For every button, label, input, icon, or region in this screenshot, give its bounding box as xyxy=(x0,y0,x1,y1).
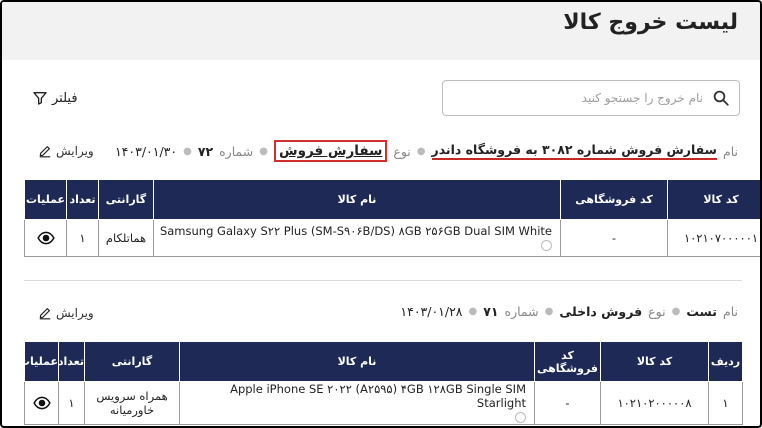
column-header-name: نام کالا xyxy=(153,179,561,220)
separator-dot: ● xyxy=(544,306,554,317)
product-name: Apple iPhone SE ۲۰۲۲ (A۲۵۹۵) ۴GB ۱۲۸GB S… xyxy=(230,382,526,410)
cell-code: ۱۰۲۱۰۷۰۰۰۰۰۱ xyxy=(667,219,760,257)
cell-warranty: هماتلکام xyxy=(98,219,154,257)
cell-qty: ۱ xyxy=(66,219,99,257)
column-header-row: ردیف xyxy=(708,341,743,382)
search-input[interactable] xyxy=(443,91,739,105)
column-header-warranty: گارانتی xyxy=(84,341,180,382)
filter-label: فیلتر xyxy=(52,90,78,106)
cell-store-code: - xyxy=(560,219,668,257)
section-divider xyxy=(24,280,742,281)
table-header-row: ردیف کد کالا کد فروشگاهی نام کالا گارانت… xyxy=(19,341,743,382)
order-type-label: نوع xyxy=(648,304,666,319)
order-2-meta: نام تست ● نوع فروش داخلی ● شماره ۷۱ ● ۱۴… xyxy=(400,304,738,319)
edit-label: ویرایش xyxy=(56,306,94,320)
page-header: لیست خروج کالا xyxy=(2,2,760,60)
page-title: لیست خروج کالا xyxy=(563,10,738,35)
order-1-table: ردیف کد کالا کد فروشگاهی نام کالا گارانت… xyxy=(24,179,760,257)
column-header-qty: تعداد xyxy=(58,341,85,382)
column-header-actions: عملیات xyxy=(24,179,67,220)
table-header-row: ردیف کد کالا کد فروشگاهی نام کالا گارانت… xyxy=(24,179,760,220)
eye-icon[interactable] xyxy=(36,229,55,247)
order-type-label: نوع xyxy=(393,143,411,159)
order-date: ۱۴۰۳/۰۱/۳۰ xyxy=(114,143,178,159)
order-date: ۱۴۰۳/۰۱/۲۸ xyxy=(400,304,463,319)
cell-row: ۱ xyxy=(708,381,743,425)
column-header-code: کد کالا xyxy=(667,179,760,220)
order-number-label: شماره xyxy=(504,304,539,319)
filter-icon xyxy=(33,92,47,105)
order-1-meta: نام سفارش فروش شماره ۳۰۸۲ به فروشگاه دان… xyxy=(115,140,738,162)
column-header-store-code: کد فروشگاهی xyxy=(534,341,601,382)
eye-icon[interactable] xyxy=(32,394,51,412)
column-header-qty: تعداد xyxy=(66,179,99,220)
column-header-code: کد کالا xyxy=(600,341,709,382)
order-number-label: شماره xyxy=(219,143,254,159)
cell-qty: ۱ xyxy=(58,381,85,425)
cell-actions xyxy=(24,381,59,425)
edit-button[interactable]: ویرایش xyxy=(38,306,94,320)
order-2-table: ردیف کد کالا کد فروشگاهی نام کالا گارانت… xyxy=(19,341,743,425)
cell-warranty: همراه سرویس خاورمیانه xyxy=(84,381,180,425)
order-type: فروش داخلی xyxy=(559,304,643,319)
order-number: ۷۱ xyxy=(483,304,499,319)
radio-indicator[interactable] xyxy=(515,412,526,423)
edit-button[interactable]: ویرایش xyxy=(38,144,94,158)
order-name: تست xyxy=(686,304,717,319)
order-number: ۷۲ xyxy=(197,143,214,159)
separator-dot: ● xyxy=(259,145,268,157)
pencil-icon xyxy=(39,146,51,158)
column-header-warranty: گارانتی xyxy=(98,179,154,220)
column-header-name: نام کالا xyxy=(179,341,535,382)
separator-dot: ● xyxy=(468,306,478,317)
edit-label: ویرایش xyxy=(56,144,94,158)
cell-name: Samsung Galaxy S۲۲ Plus (SM-S۹۰۶B/DS) ۸G… xyxy=(153,219,561,257)
filter-button[interactable]: فیلتر xyxy=(32,90,78,106)
order-type: سفارش فروش xyxy=(273,140,388,162)
order-name: سفارش فروش شماره ۳۰۸۲ به فروشگاه داندر xyxy=(431,142,717,160)
radio-indicator[interactable] xyxy=(541,240,552,252)
pencil-icon xyxy=(39,308,51,320)
column-header-store-code: کد فروشگاهی xyxy=(560,179,668,220)
cell-store-code: - xyxy=(534,381,601,425)
cell-name: Apple iPhone SE ۲۰۲۲ (A۲۵۹۵) ۴GB ۱۲۸GB S… xyxy=(179,381,535,425)
table-row: ۱ ۱۰۲۱۰۲۰۰۰۰۰۸ - Apple iPhone SE ۲۰۲۲ (A… xyxy=(24,381,743,425)
separator-dot: ● xyxy=(416,145,426,157)
app-window: لیست خروج کالا فیلتر نام سفارش فروش شمار… xyxy=(0,0,762,428)
cell-actions xyxy=(24,219,67,257)
search-box[interactable] xyxy=(442,80,740,116)
search-icon[interactable] xyxy=(712,89,730,107)
separator-dot: ● xyxy=(671,306,681,317)
order-name-label: نام xyxy=(722,143,738,159)
cell-code: ۱۰۲۱۰۲۰۰۰۰۰۸ xyxy=(600,381,709,425)
table-row: ۱ ۱۰۲۱۰۷۰۰۰۰۰۱ - Samsung Galaxy S۲۲ Plus… xyxy=(24,219,760,257)
order-name-label: نام xyxy=(722,304,738,319)
product-name: Samsung Galaxy S۲۲ Plus (SM-S۹۰۶B/DS) ۸G… xyxy=(159,224,552,239)
column-header-actions: عملیات xyxy=(19,341,59,382)
separator-dot: ● xyxy=(183,145,192,157)
